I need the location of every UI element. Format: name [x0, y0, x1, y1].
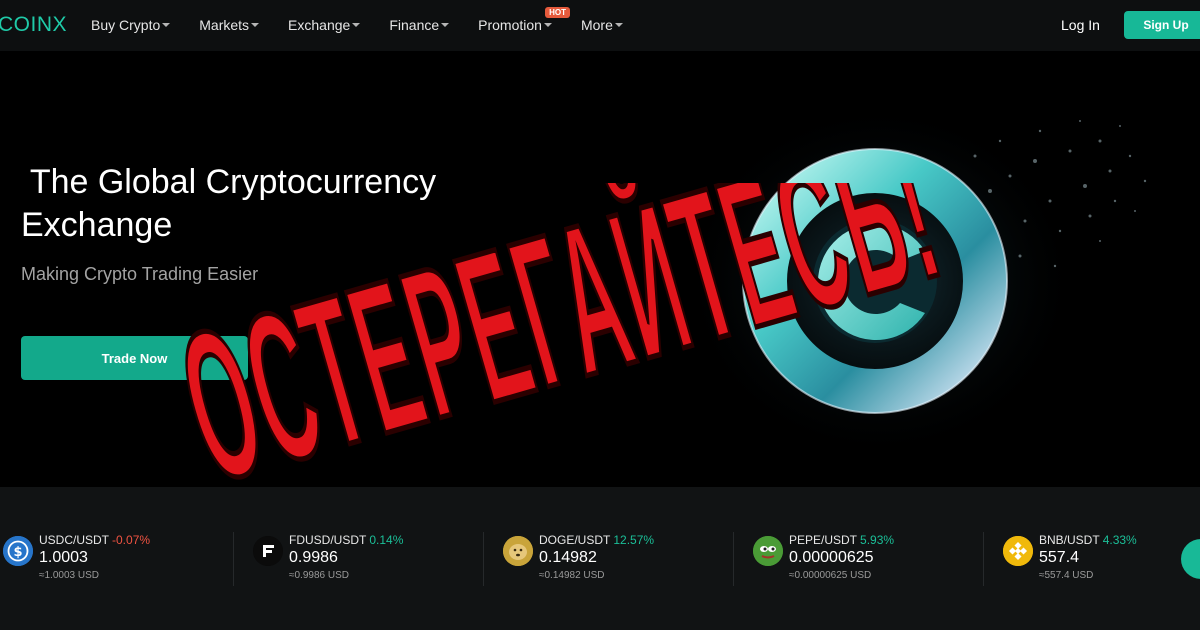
menu-buy-crypto[interactable]: Buy Crypto — [91, 17, 171, 33]
pair-change: -0.07% — [112, 533, 151, 547]
divider — [233, 532, 234, 586]
chevron-down-icon — [614, 23, 623, 27]
pair-name: FDUSD/USDT — [289, 533, 367, 547]
divider — [733, 532, 734, 586]
menu-exchange[interactable]: Exchange — [288, 17, 361, 33]
menu-markets[interactable]: Markets — [199, 17, 260, 33]
login-link[interactable]: Log In — [1061, 17, 1100, 33]
coin-logo-illustration — [690, 101, 1147, 461]
chevron-down-icon — [251, 23, 260, 27]
pair-name: USDC/USDT — [39, 533, 110, 547]
hero-title-line-2: Exchange — [21, 206, 173, 244]
pair-price: 557.4 — [1039, 549, 1080, 566]
trade-now-button[interactable]: Trade Now — [21, 336, 248, 380]
hero-section: The Global Cryptocurrency Exchange Makin… — [0, 51, 1200, 487]
hot-badge: HOT — [545, 7, 570, 18]
divider — [483, 532, 484, 586]
ticker-pair: USDC/USDT -0.07% — [39, 533, 150, 547]
pair-change: 5.93% — [860, 533, 895, 547]
pair-price: 0.00000625 — [789, 549, 874, 566]
menu-label: Exchange — [288, 17, 351, 33]
hero-title-line-1: The Global Cryptocurrency — [21, 163, 437, 201]
menu-label: Markets — [199, 17, 250, 33]
pair-change: 0.14% — [369, 533, 404, 547]
market-ticker: $ USDC/USDT -0.07% 1.0003 ≈1.0003 USD FDU… — [0, 487, 1200, 630]
pair-usd-value: ≈0.14982 USD — [539, 570, 605, 581]
hero-title: The Global Cryptocurrency Exchange — [21, 161, 541, 247]
chevron-down-icon — [162, 23, 171, 27]
svg-text:$: $ — [13, 545, 22, 560]
pair-price: 0.14982 — [539, 549, 597, 566]
pair-price: 0.9986 — [289, 549, 338, 566]
ticker-pair: PEPE/USDT 5.93% — [789, 533, 894, 547]
pair-usd-value: ≈0.00000625 USD — [789, 570, 872, 581]
pair-name: PEPE/USDT — [789, 533, 858, 547]
pair-usd-value: ≈0.9986 USD — [289, 570, 349, 581]
top-navbar: COINX Buy Crypto Markets Exchange Financ… — [0, 0, 1200, 51]
ticker-item[interactable]: PEPE/USDT 5.93% 0.00000625 ≈0.00000625 US… — [753, 533, 993, 593]
menu-label: More — [580, 17, 613, 33]
pair-change: 4.33% — [1102, 533, 1137, 547]
logo[interactable]: COINX — [0, 13, 67, 37]
menu-label: Finance — [389, 17, 440, 33]
ticker-item[interactable]: $ USDC/USDT -0.07% 1.0003 ≈1.0003 USD — [3, 533, 243, 593]
ticker-pair: BNB/USDT 4.33% — [1039, 533, 1137, 547]
ticker-item[interactable]: FDUSD/USDT 0.14% 0.9986 ≈0.9986 USD — [253, 533, 493, 593]
pair-usd-value: ≈1.0003 USD — [39, 570, 99, 581]
menu-finance[interactable]: Finance — [389, 17, 450, 33]
menu-promotion[interactable]: Promotion HOT — [478, 7, 570, 33]
signup-button[interactable]: Sign Up — [1124, 11, 1200, 39]
chevron-down-icon — [352, 23, 361, 27]
doge-icon — [503, 536, 533, 566]
fdusd-icon — [253, 536, 283, 566]
pair-name: BNB/USDT — [1039, 533, 1100, 547]
usdc-icon: $ — [3, 536, 33, 566]
hero-subtitle: Making Crypto Trading Easier — [21, 264, 259, 284]
pair-change: 12.57% — [613, 533, 655, 547]
menu-label: Promotion — [478, 17, 542, 33]
main-menu: Buy Crypto Markets Exchange Finance Prom… — [91, 7, 652, 33]
pair-name: DOGE/USDT — [539, 533, 611, 547]
bnb-icon — [1003, 536, 1033, 566]
ticker-pair: FDUSD/USDT 0.14% — [289, 533, 403, 547]
menu-label: Buy Crypto — [91, 17, 161, 33]
ticker-pair: DOGE/USDT 12.57% — [539, 533, 654, 547]
chevron-down-icon — [543, 23, 552, 27]
pair-usd-value: ≈557.4 USD — [1039, 570, 1094, 581]
chevron-down-icon — [441, 23, 450, 27]
ticker-item[interactable]: BNB/USDT 4.33% 557.4 ≈557.4 USD — [1003, 533, 1200, 593]
ticker-item[interactable]: DOGE/USDT 12.57% 0.14982 ≈0.14982 USD — [503, 533, 743, 593]
menu-more[interactable]: More — [581, 17, 623, 33]
pair-price: 1.0003 — [39, 549, 88, 566]
divider — [983, 532, 984, 586]
pepe-icon — [753, 536, 783, 566]
